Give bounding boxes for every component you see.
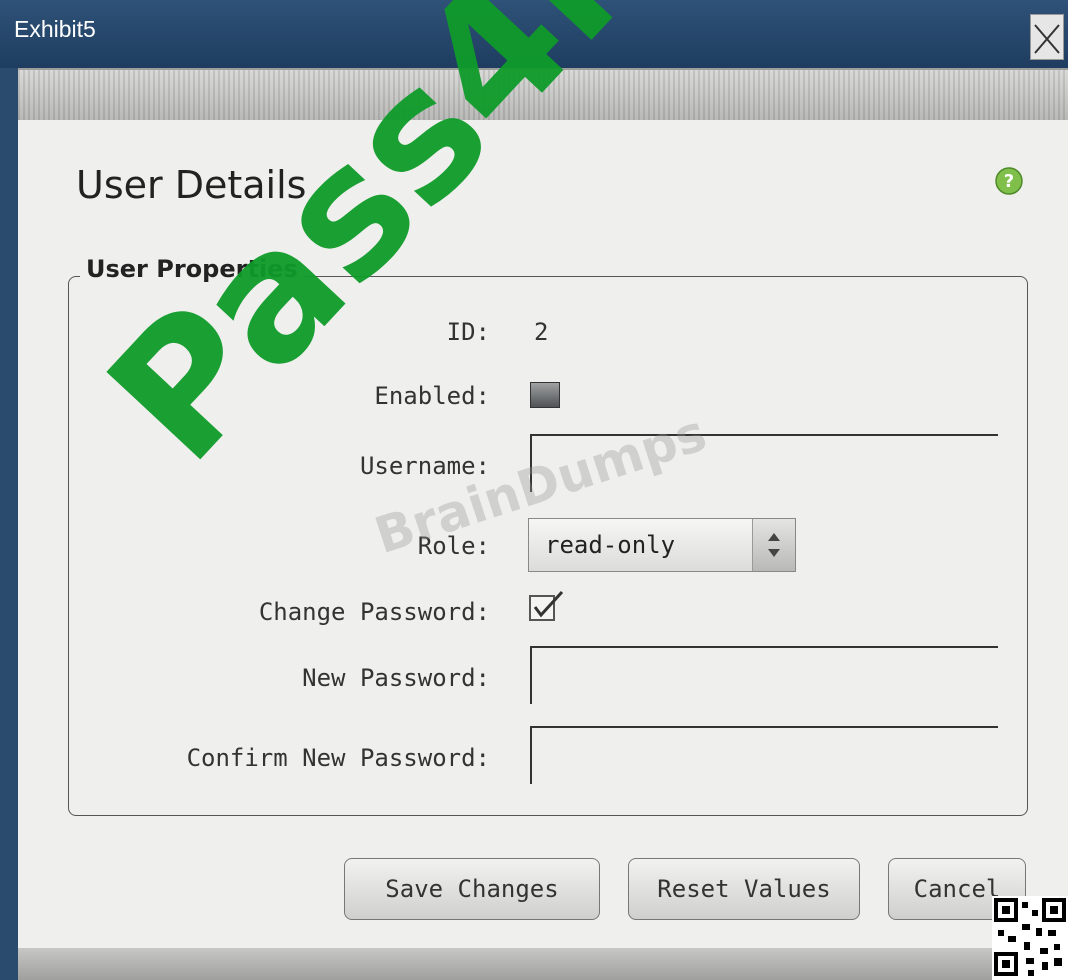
change-password-label: Change Password: (258, 598, 490, 626)
enabled-label: Enabled: (374, 382, 490, 410)
enabled-checkbox[interactable] (530, 382, 560, 408)
role-selected-value: read-only (545, 531, 676, 559)
dialog-bottom-bar (18, 948, 1068, 980)
help-button[interactable]: ? (994, 166, 1024, 200)
window-title: Exhibit5 (14, 16, 96, 42)
id-value: 2 (534, 318, 549, 346)
page-title: User Details (76, 163, 307, 207)
help-icon: ? (995, 167, 1023, 195)
new-password-label: New Password: (302, 664, 490, 692)
save-changes-button[interactable]: Save Changes (344, 858, 600, 920)
confirm-password-label: Confirm New Password: (186, 744, 490, 772)
group-legend: User Properties (80, 255, 304, 283)
exhibit-window: Exhibit5 User Details ? User Properties … (0, 0, 1068, 980)
close-icon (1034, 24, 1060, 54)
svg-text:?: ? (1004, 171, 1014, 192)
confirm-password-input[interactable] (530, 726, 998, 784)
dialog-header-strip (18, 68, 1068, 120)
id-label: ID: (446, 318, 490, 346)
qr-code-icon (994, 898, 1066, 976)
role-select[interactable]: read-only (528, 518, 796, 572)
username-label: Username: (359, 452, 490, 480)
username-input[interactable] (530, 434, 998, 492)
role-select-arrows[interactable] (752, 519, 795, 571)
spinner-arrows-icon (768, 533, 780, 557)
new-password-input[interactable] (530, 646, 998, 704)
role-label: Role: (417, 532, 490, 560)
change-password-checkbox[interactable] (528, 588, 568, 628)
title-bar: Exhibit5 (0, 0, 1068, 68)
close-button[interactable] (1030, 14, 1064, 60)
qr-code-image (992, 896, 1068, 980)
reset-values-button[interactable]: Reset Values (628, 858, 860, 920)
checkmark-icon (529, 590, 564, 621)
